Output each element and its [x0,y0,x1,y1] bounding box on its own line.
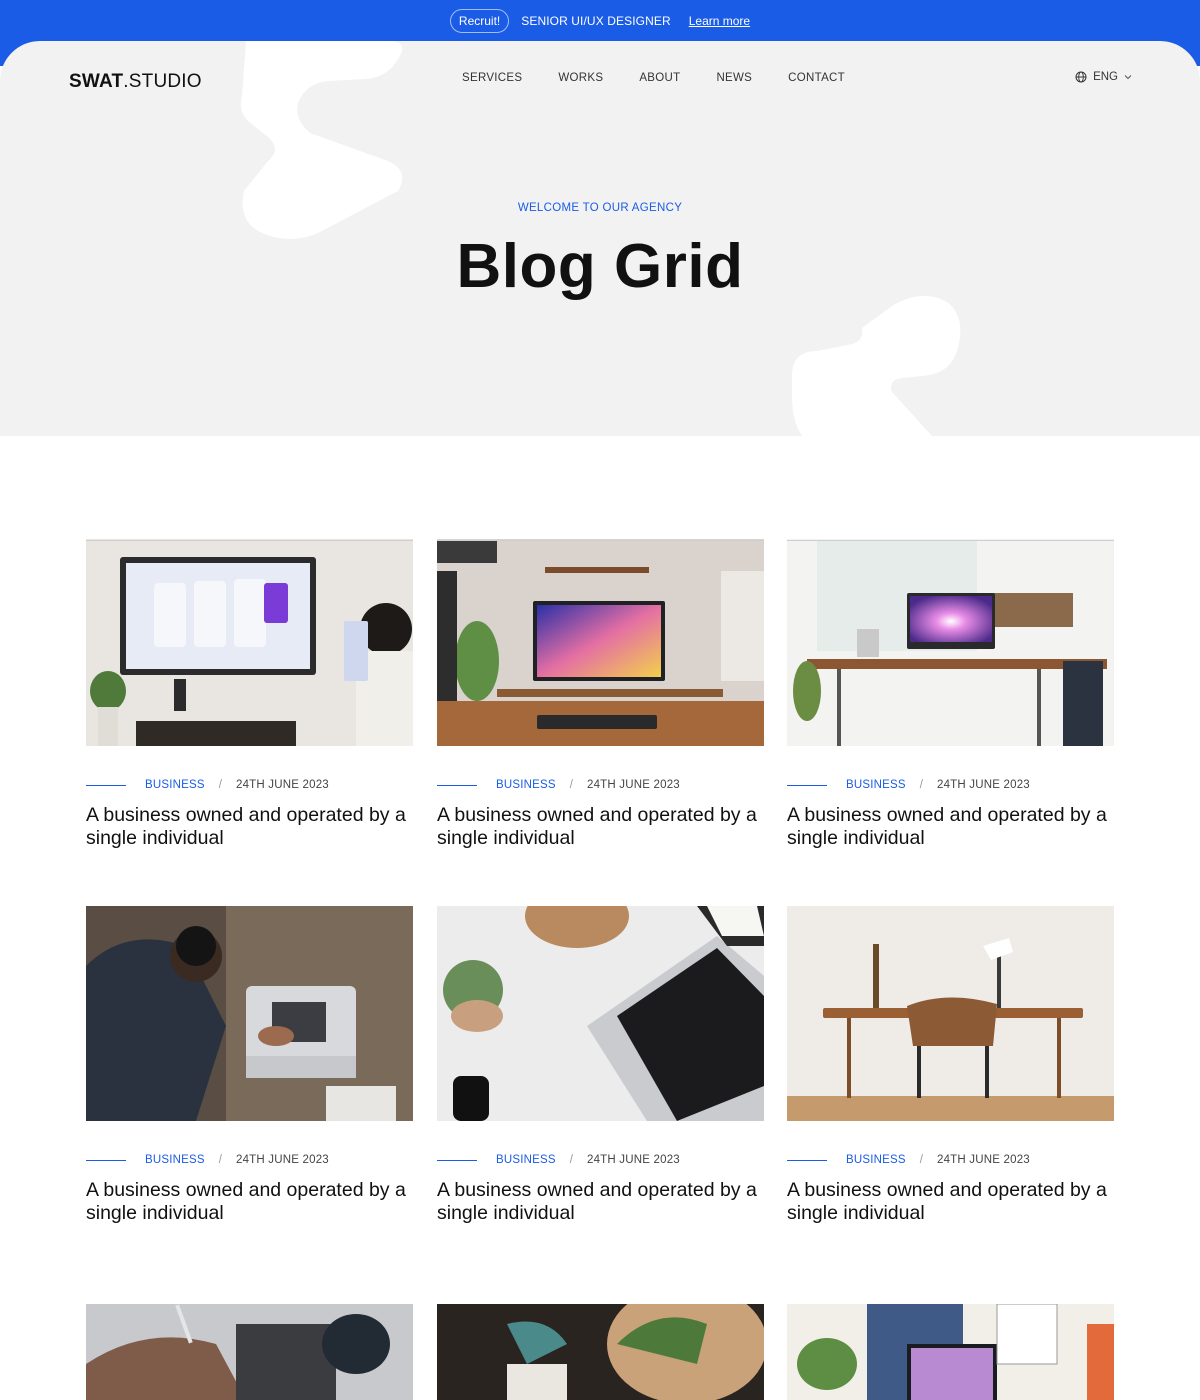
post-title[interactable]: A business owned and operated by a singl… [787,1179,1114,1225]
post-date: 24TH JUNE 2023 [586,1154,680,1166]
blog-card[interactable]: BUSINESS / 24TH JUNE 2023 A business own… [437,531,764,849]
announcement-content: Recruit! SENIOR UI/UX DESIGNER Learn mor… [0,8,1200,34]
main-navigation: SWAT.STUDIO SERVICES WORKS ABOUT NEWS CO… [0,41,1200,121]
post-date: 24TH JUNE 2023 [936,779,1030,791]
post-date: 24TH JUNE 2023 [586,779,680,791]
post-thumbnail[interactable] [437,1304,764,1400]
blog-card[interactable]: BUSINESS / 24TH JUNE 2023 A business own… [437,906,764,1224]
post-date: 24TH JUNE 2023 [936,1154,1030,1166]
meta-accent-line [787,1159,827,1161]
post-title[interactable]: A business owned and operated by a singl… [437,804,764,850]
nav-item-services[interactable]: SERVICES [462,72,522,84]
post-date: 24TH JUNE 2023 [235,779,329,791]
nav-item-news[interactable]: NEWS [716,72,752,84]
post-meta: BUSINESS / 24TH JUNE 2023 [86,778,413,792]
meta-separator: / [569,1154,573,1166]
learn-more-link[interactable]: Learn more [689,14,750,28]
meta-separator: / [218,779,222,791]
nav-item-contact[interactable]: CONTACT [788,72,845,84]
post-thumbnail[interactable] [787,906,1114,1121]
post-title[interactable]: A business owned and operated by a singl… [86,1179,413,1225]
page-title: Blog Grid [456,232,744,301]
meta-separator: / [569,779,573,791]
nav-item-works[interactable]: WORKS [558,72,603,84]
post-meta: BUSINESS / 24TH JUNE 2023 [787,778,1114,792]
post-category[interactable]: BUSINESS [496,779,556,791]
blog-card[interactable]: BUSINESS / 24TH JUNE 2023 A business own… [787,906,1114,1224]
post-meta: BUSINESS / 24TH JUNE 2023 [437,1153,764,1167]
post-title[interactable]: A business owned and operated by a singl… [86,804,413,850]
meta-separator: / [218,1154,222,1166]
post-thumbnail[interactable] [437,531,764,746]
globe-icon [1075,71,1087,83]
meta-separator: / [919,1154,923,1166]
language-selector[interactable]: ENG [1075,71,1132,83]
brand-logo[interactable]: SWAT.STUDIO [69,71,202,93]
hero-section: SWAT.STUDIO SERVICES WORKS ABOUT NEWS CO… [0,41,1200,436]
post-category[interactable]: BUSINESS [846,779,906,791]
language-label: ENG [1093,71,1118,83]
post-category[interactable]: BUSINESS [145,779,205,791]
meta-accent-line [437,1159,477,1161]
brand-name-strong: SWAT [69,71,124,92]
post-meta: BUSINESS / 24TH JUNE 2023 [437,778,764,792]
post-title[interactable]: A business owned and operated by a singl… [787,804,1114,850]
post-thumbnail[interactable] [86,1304,413,1400]
post-category[interactable]: BUSINESS [145,1154,205,1166]
blog-card[interactable]: BUSINESS / 24TH JUNE 2023 A business own… [787,531,1114,849]
hero-decoration-shape-bottom [792,296,961,436]
post-date: 24TH JUNE 2023 [235,1154,329,1166]
meta-accent-line [437,784,477,786]
post-thumbnail[interactable] [787,531,1114,746]
nav-menu: SERVICES WORKS ABOUT NEWS CONTACT [462,72,845,84]
chevron-down-icon [1124,75,1132,80]
post-category[interactable]: BUSINESS [846,1154,906,1166]
hero-eyebrow: WELCOME TO OUR AGENCY [517,202,683,214]
brand-name-light: .STUDIO [123,71,202,92]
meta-separator: / [919,779,923,791]
post-title[interactable]: A business owned and operated by a singl… [437,1179,764,1225]
meta-accent-line [787,784,827,786]
announcement-title: SENIOR UI/UX DESIGNER [521,14,671,28]
post-thumbnail[interactable] [787,1304,1114,1400]
nav-item-about[interactable]: ABOUT [639,72,680,84]
post-meta: BUSINESS / 24TH JUNE 2023 [86,1153,413,1167]
blog-card[interactable]: BUSINESS / 24TH JUNE 2023 A business own… [86,906,413,1224]
blog-card[interactable]: BUSINESS / 24TH JUNE 2023 A business own… [86,531,413,849]
meta-accent-line [86,1159,126,1161]
post-category[interactable]: BUSINESS [496,1154,556,1166]
post-thumbnail[interactable] [86,531,413,746]
blog-card-partial[interactable] [86,1304,413,1400]
post-thumbnail[interactable] [86,906,413,1121]
recruit-badge[interactable]: Recruit! [449,9,510,33]
blog-card-partial[interactable] [787,1304,1114,1400]
meta-accent-line [86,784,126,786]
post-meta: BUSINESS / 24TH JUNE 2023 [787,1153,1114,1167]
blog-card-partial[interactable] [437,1304,764,1400]
post-thumbnail[interactable] [437,906,764,1121]
